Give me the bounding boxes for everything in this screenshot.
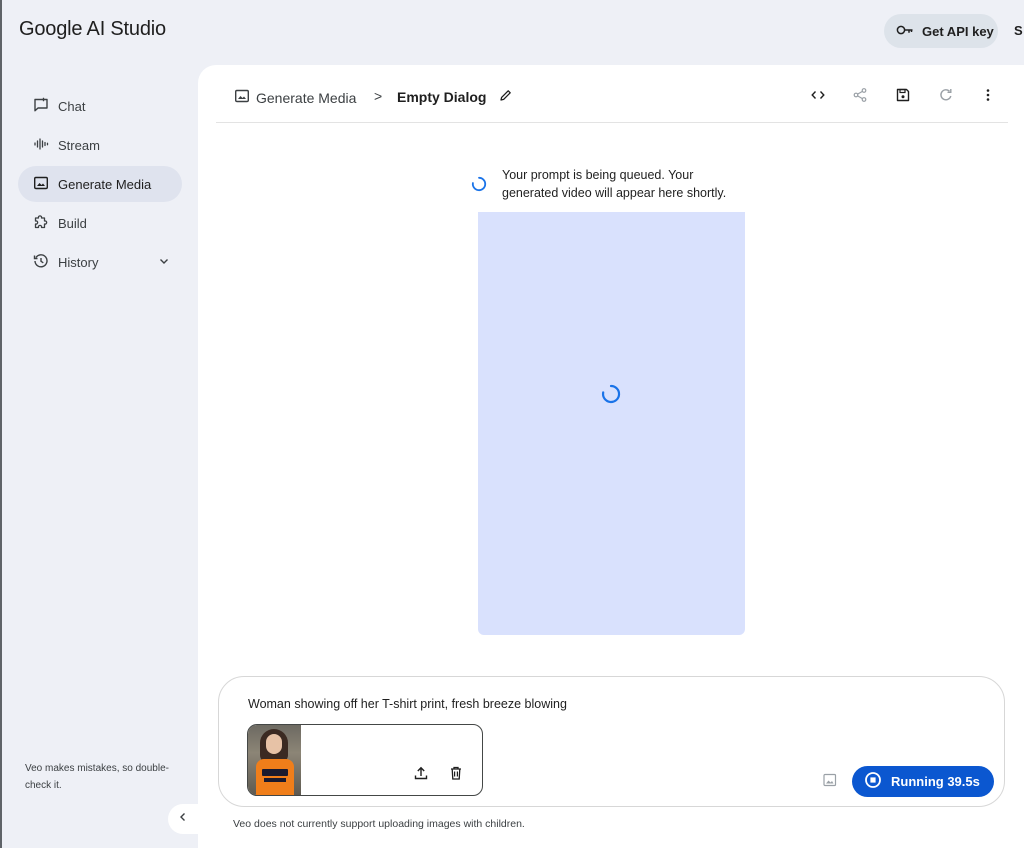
logo-product: AI Studio [82, 18, 167, 40]
stop-icon [864, 771, 882, 792]
upload-icon[interactable] [411, 763, 431, 783]
video-placeholder [478, 212, 745, 635]
queue-spinner-icon [471, 176, 487, 197]
get-api-key-label: Get API key [922, 23, 994, 39]
puzzle-icon [33, 214, 49, 233]
breadcrumb-separator: > [374, 88, 383, 104]
prompt-card: Woman showing off her T-shirt print, fre… [218, 676, 1005, 807]
sidebar-item-label: Generate Media [58, 176, 152, 192]
share-icon[interactable] [850, 85, 870, 105]
loading-spinner-icon [601, 384, 621, 409]
chat-icon [33, 97, 49, 116]
sidebar-item-label: Chat [58, 98, 86, 114]
app-window: Google AI Studio Get API key S Chat Stre… [0, 0, 1024, 848]
history-icon [33, 253, 49, 272]
main-panel: Generate Media > Empty Dialog Your promp… [198, 65, 1024, 848]
image-attachment[interactable] [247, 724, 483, 796]
sidebar-item-stream[interactable]: Stream [18, 127, 182, 163]
queue-message: Your prompt is being queued. Your genera… [502, 168, 727, 200]
sidebar-item-label: Build [58, 215, 87, 231]
sidebar-item-label: Stream [58, 137, 100, 153]
prompt-input[interactable]: Woman showing off her T-shirt print, fre… [248, 697, 567, 711]
run-button[interactable]: Running 39.5s [852, 766, 994, 797]
add-image-icon[interactable] [822, 772, 838, 793]
edit-pencil-icon[interactable] [498, 88, 513, 106]
sidebar-item-build[interactable]: Build [18, 205, 182, 241]
media-icon [33, 175, 49, 194]
page-title: Empty Dialog [397, 88, 513, 106]
stream-waveform-icon [33, 136, 49, 155]
save-icon[interactable] [893, 85, 913, 105]
page-title-text: Empty Dialog [397, 89, 487, 105]
sidebar-disclaimer: Veo makes mistakes, so double-check it. [25, 763, 169, 791]
sidebar-item-chat[interactable]: Chat [18, 88, 182, 124]
page-header: Generate Media > Empty Dialog [216, 65, 1008, 123]
key-icon [896, 24, 914, 39]
window-edge [0, 0, 2, 848]
breadcrumb[interactable]: Generate Media [234, 88, 356, 107]
run-button-label: Running 39.5s [891, 774, 980, 789]
upload-disclaimer: Veo does not currently support uploading… [233, 818, 525, 830]
truncated-top-item[interactable]: S [1014, 23, 1023, 38]
chevron-down-icon[interactable] [158, 255, 170, 270]
media-icon [234, 88, 250, 107]
delete-icon[interactable] [446, 763, 466, 783]
sidebar-item-history[interactable]: History [18, 244, 182, 280]
code-icon[interactable] [808, 85, 828, 105]
breadcrumb-section: Generate Media [256, 89, 357, 106]
logo-brand: Google [19, 18, 83, 40]
refresh-icon[interactable] [936, 85, 956, 105]
collapse-sidebar-button[interactable] [168, 804, 198, 834]
app-logo[interactable]: Google AI Studio [19, 18, 166, 41]
get-api-key-button[interactable]: Get API key [884, 14, 998, 48]
sidebar-item-generate-media[interactable]: Generate Media [18, 166, 182, 202]
attachment-thumbnail [248, 725, 301, 795]
chevron-left-icon [177, 810, 189, 828]
more-vert-icon[interactable] [978, 85, 998, 105]
sidebar-item-label: History [58, 254, 99, 270]
